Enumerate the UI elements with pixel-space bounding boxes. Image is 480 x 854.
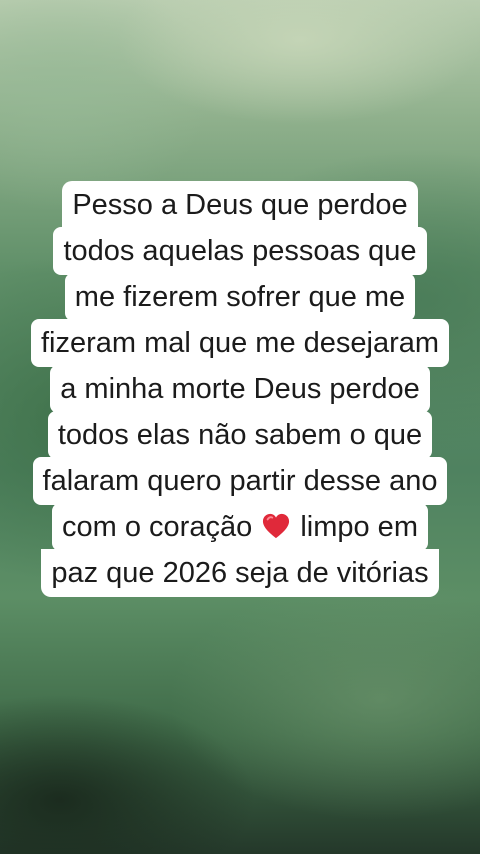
caption-line: a minha morte Deus perdoe [50,365,430,413]
caption-line-text: paz que 2026 seja de vitórias [51,557,429,589]
caption-line-text: todos elas não sabem o que [57,419,423,451]
caption-line-text: me fizerem sofrer que me [74,281,406,313]
caption-line-text: fizeram mal que me desejaram [40,327,440,359]
caption-line: fizeram mal que me desejaram [30,319,450,367]
caption-line: todos aquelas pessoas que [53,227,427,275]
caption-line-text: todos aquelas pessoas que [63,235,417,267]
caption-line-text: com o coração [62,511,253,543]
story-screen: Pesso a Deus que perdoe todos aquelas pe… [0,0,480,854]
caption-line: falaram quero partir desse ano [32,457,448,505]
caption-line-text: Pesso a Deus que perdoe [72,189,408,221]
heart-icon [261,512,291,540]
caption-line: todos elas não sabem o que [47,411,433,459]
caption-line-text: limpo em [300,511,418,543]
caption-line-text: falaram quero partir desse ano [42,465,438,497]
caption-line: me fizerem sofrer que me [64,273,416,321]
caption-line: paz que 2026 seja de vitórias [41,549,439,597]
caption-text-card: Pesso a Deus que perdoe todos aquelas pe… [0,181,480,597]
caption-line: com o coração limpo em [52,503,428,551]
caption-line: Pesso a Deus que perdoe [62,181,418,229]
caption-line-text: a minha morte Deus perdoe [60,373,420,405]
